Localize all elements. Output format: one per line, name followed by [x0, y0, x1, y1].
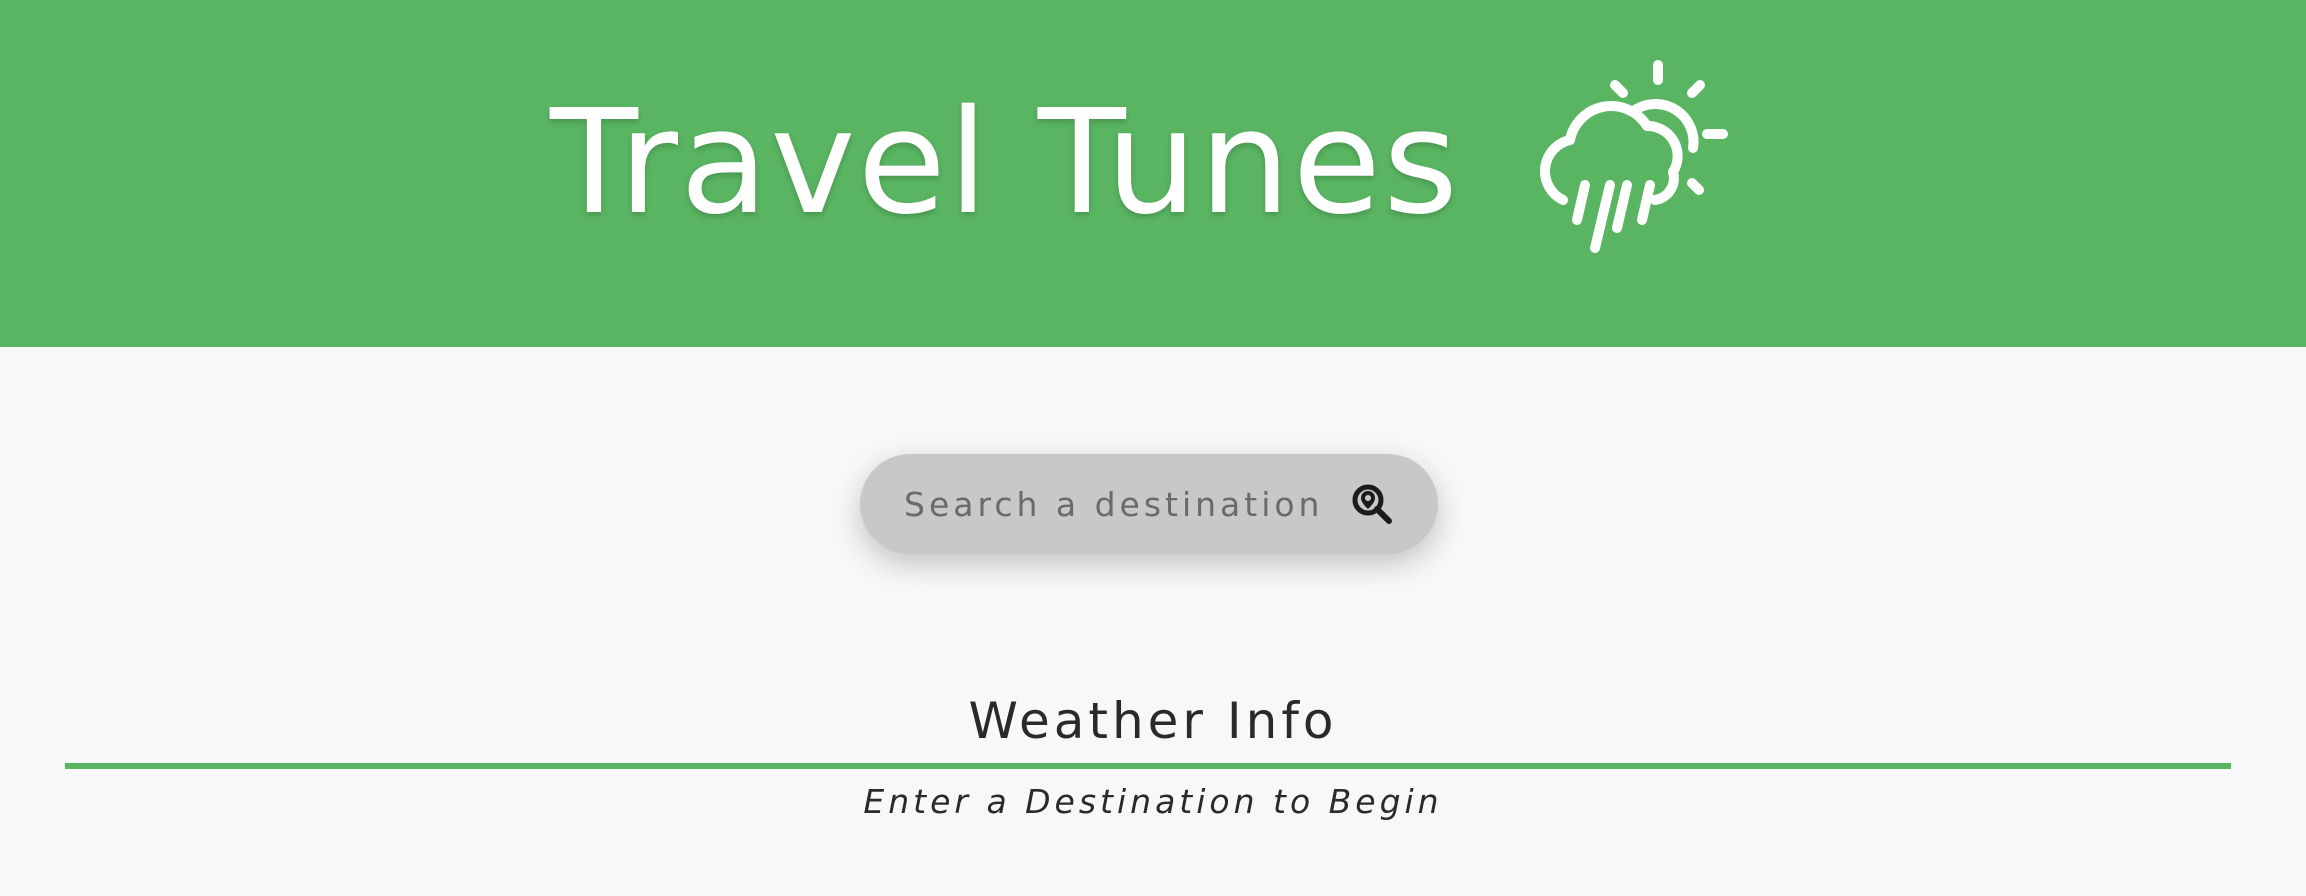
- destination-search-input[interactable]: [904, 476, 1324, 532]
- brand: Travel Tunes: [550, 60, 1728, 262]
- weather-empty-prompt: Enter a Destination to Begin: [863, 782, 1443, 821]
- weather-cloud-sun-rain-icon: [1540, 60, 1728, 253]
- weather-info-heading: Weather Info: [968, 692, 1338, 750]
- header-banner: Travel Tunes: [0, 0, 2306, 347]
- location-search-icon: [1352, 484, 1392, 524]
- search-button[interactable]: [1348, 480, 1396, 528]
- app-title: Travel Tunes: [550, 78, 1461, 246]
- search-bar: [860, 454, 1438, 554]
- section-divider: [65, 763, 2231, 769]
